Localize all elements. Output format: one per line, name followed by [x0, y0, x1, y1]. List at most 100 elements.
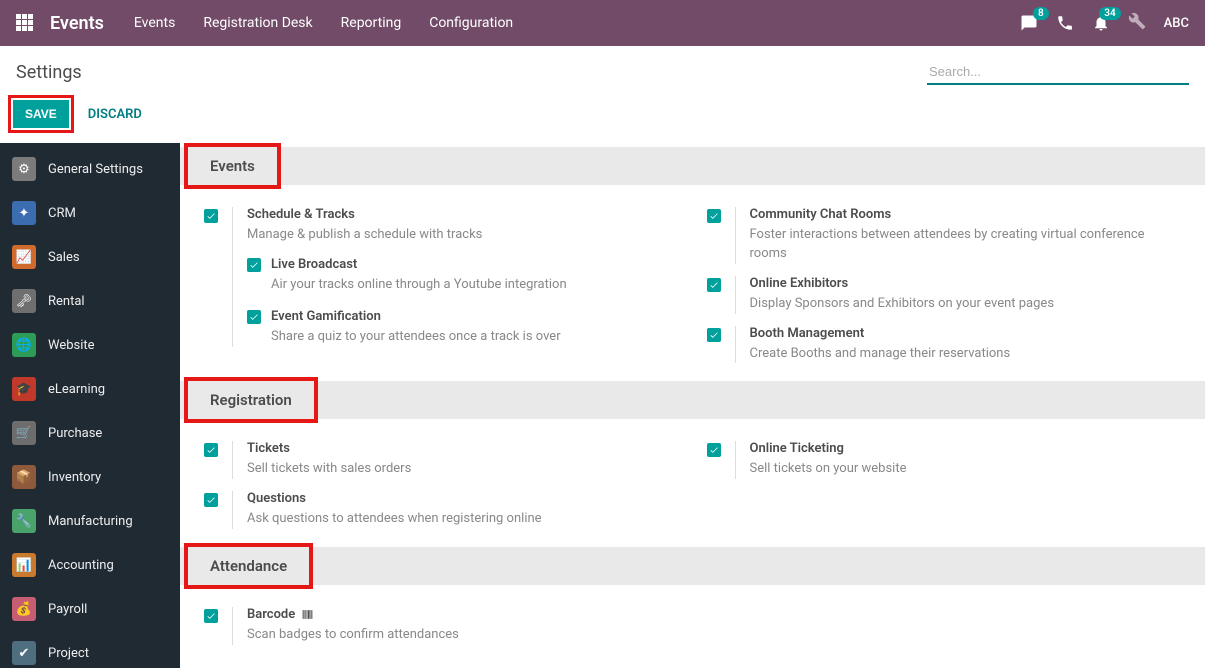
sidebar-item-label: Website	[48, 338, 95, 353]
sidebar-item-accounting[interactable]: 📊Accounting	[0, 543, 180, 587]
section-header-highlight: Registration	[184, 377, 318, 423]
setting-title: Community Chat Rooms	[750, 207, 1182, 222]
save-button[interactable]: SAVE	[13, 100, 69, 128]
setting-desc: Display Sponsors and Exhibitors on your …	[750, 295, 1182, 314]
sidebar-item-inventory[interactable]: 📦Inventory	[0, 455, 180, 499]
setting-desc: Scan badges to confirm attendances	[247, 626, 679, 645]
setting-online-ticketing: Online Ticketing Sell tickets on your we…	[707, 435, 1182, 485]
setting-booth-management: Booth Management Create Booths and manag…	[707, 320, 1182, 370]
menu-reporting[interactable]: Reporting	[341, 15, 402, 31]
section-header-bar-registration: Registration	[180, 381, 1205, 419]
activity-badge: 34	[1099, 7, 1120, 20]
checkbox-community-chat-rooms[interactable]	[707, 209, 721, 223]
apps-menu-icon[interactable]	[16, 14, 34, 32]
setting-title: Tickets	[247, 441, 679, 456]
menu-events[interactable]: Events	[134, 15, 175, 31]
title-bar: Settings	[0, 46, 1205, 91]
sidebar-item-general-settings[interactable]: ⚙General Settings	[0, 147, 180, 191]
setting-title: Schedule & Tracks	[247, 207, 679, 222]
checkbox-booth-management[interactable]	[707, 328, 721, 342]
menu-registration-desk[interactable]: Registration Desk	[203, 15, 312, 31]
checkbox-barcode[interactable]	[204, 609, 218, 623]
setting-title-text: Barcode	[247, 607, 295, 622]
setting-desc: Ask questions to attendees when register…	[247, 510, 679, 529]
save-highlight: SAVE	[8, 95, 74, 133]
setting-tickets: Tickets Sell tickets with sales orders	[204, 435, 679, 485]
menu-configuration[interactable]: Configuration	[429, 15, 513, 31]
activity-icon[interactable]: 34	[1092, 14, 1110, 32]
sub-setting-live-broadcast: Live Broadcast Air your tracks online th…	[247, 257, 679, 295]
setting-community-chat-rooms: Community Chat Rooms Foster interactions…	[707, 201, 1182, 270]
phone-icon[interactable]	[1056, 14, 1074, 32]
setting-desc: Sell tickets on your website	[750, 460, 1182, 479]
attendance-settings-grid: Barcode Scan badges to confirm attendanc…	[180, 585, 1205, 659]
setting-title: Online Exhibitors	[750, 276, 1182, 291]
sidebar-item-label: Inventory	[48, 470, 101, 485]
sidebar-item-label: Accounting	[48, 558, 114, 573]
sidebar-item-crm[interactable]: ✦CRM	[0, 191, 180, 235]
checkbox-tickets[interactable]	[204, 443, 218, 457]
sidebar-item-label: Manufacturing	[48, 514, 133, 529]
debug-icon[interactable]	[1128, 12, 1146, 34]
sidebar-item-purchase[interactable]: 🛒Purchase	[0, 411, 180, 455]
section-header-highlight: Attendance	[184, 543, 313, 589]
checkbox-online-exhibitors[interactable]	[707, 278, 721, 292]
discuss-badge: 8	[1033, 7, 1049, 20]
setting-schedule-tracks: Schedule & Tracks Manage & publish a sch…	[204, 201, 679, 353]
user-menu[interactable]: ABC	[1164, 16, 1189, 31]
sidebar-item-project[interactable]: ✔Project	[0, 631, 180, 668]
checkbox-live-broadcast[interactable]	[247, 258, 261, 272]
sidebar-item-manufacturing[interactable]: 🔧Manufacturing	[0, 499, 180, 543]
barcode-icon	[301, 608, 314, 621]
sidebar-item-elearning[interactable]: 🎓eLearning	[0, 367, 180, 411]
sidebar-item-rental[interactable]: 🗝Rental	[0, 279, 180, 323]
action-row: SAVE DISCARD	[0, 91, 1205, 143]
section-header-bar-events: Events	[180, 147, 1205, 185]
setting-desc: Create Booths and manage their reservati…	[750, 345, 1182, 364]
sub-setting-event-gamification: Event Gamification Share a quiz to your …	[247, 309, 679, 347]
events-settings-grid: Schedule & Tracks Manage & publish a sch…	[180, 185, 1205, 377]
top-menu: Events Registration Desk Reporting Confi…	[134, 15, 513, 31]
setting-online-exhibitors: Online Exhibitors Display Sponsors and E…	[707, 270, 1182, 320]
sidebar-item-label: Purchase	[48, 426, 102, 441]
search-wrap	[927, 60, 1189, 85]
brand-title: Events	[50, 13, 104, 34]
discard-button[interactable]: DISCARD	[88, 107, 142, 122]
section-header-attendance: Attendance	[188, 547, 309, 585]
search-input[interactable]	[927, 60, 1189, 83]
sidebar-item-label: Rental	[48, 294, 85, 309]
sidebar-item-label: eLearning	[48, 382, 105, 397]
checkbox-online-ticketing[interactable]	[707, 443, 721, 457]
section-header-registration: Registration	[188, 381, 314, 419]
settings-sidebar: ⚙General Settings ✦CRM 📈Sales 🗝Rental 🌐W…	[0, 143, 180, 668]
sidebar-item-payroll[interactable]: 💰Payroll	[0, 587, 180, 631]
setting-title: Booth Management	[750, 326, 1182, 341]
checkbox-questions[interactable]	[204, 493, 218, 507]
setting-title: Barcode	[247, 607, 679, 622]
setting-title: Event Gamification	[271, 309, 561, 324]
setting-title: Live Broadcast	[271, 257, 567, 272]
section-header-events: Events	[188, 147, 277, 185]
setting-title: Questions	[247, 491, 679, 506]
setting-desc: Manage & publish a schedule with tracks	[247, 226, 679, 245]
page-title: Settings	[16, 62, 82, 83]
checkbox-schedule-tracks[interactable]	[204, 209, 218, 223]
section-header-highlight: Events	[184, 143, 281, 189]
section-header-bar-attendance: Attendance	[180, 547, 1205, 585]
sidebar-item-label: CRM	[48, 206, 76, 221]
registration-settings-grid: Tickets Sell tickets with sales orders Q…	[180, 419, 1205, 543]
sidebar-item-label: Project	[48, 646, 89, 661]
sidebar-item-label: Payroll	[48, 602, 87, 617]
setting-barcode: Barcode Scan badges to confirm attendanc…	[204, 601, 679, 651]
setting-questions: Questions Ask questions to attendees whe…	[204, 485, 679, 535]
sidebar-item-sales[interactable]: 📈Sales	[0, 235, 180, 279]
sidebar-item-label: General Settings	[48, 162, 143, 177]
setting-desc: Sell tickets with sales orders	[247, 460, 679, 479]
sidebar-item-label: Sales	[48, 250, 80, 265]
setting-desc: Share a quiz to your attendees once a tr…	[271, 328, 561, 347]
sidebar-item-website[interactable]: 🌐Website	[0, 323, 180, 367]
discuss-icon[interactable]: 8	[1020, 14, 1038, 32]
checkbox-event-gamification[interactable]	[247, 310, 261, 324]
setting-desc: Air your tracks online through a Youtube…	[271, 276, 567, 295]
settings-content: Events Schedule & Tracks Manage & publis…	[180, 143, 1205, 668]
